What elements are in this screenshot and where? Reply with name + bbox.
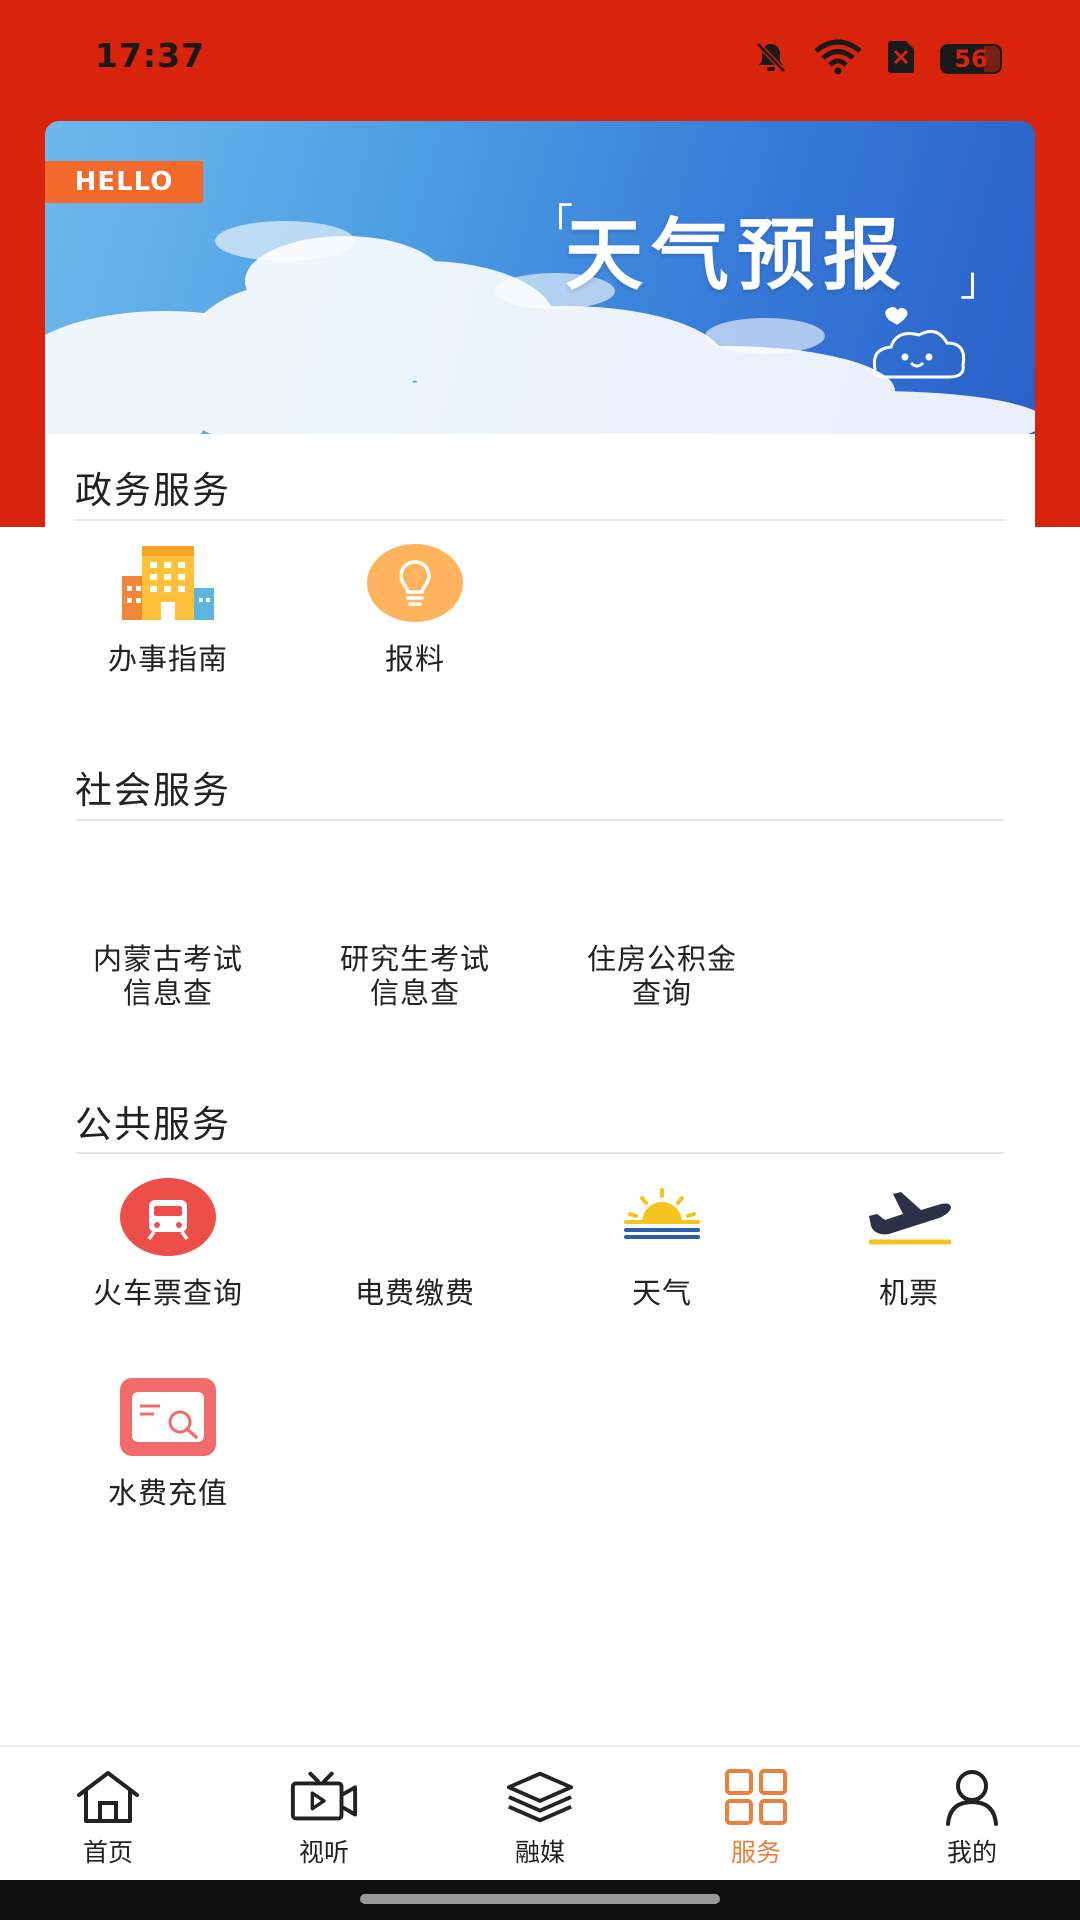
- status-icons: 56: [752, 38, 1002, 80]
- tile-housing-fund[interactable]: 住房公积金查询: [567, 842, 757, 1010]
- tile-airfare[interactable]: 机票: [814, 1176, 1004, 1310]
- bill-search-icon: [118, 1376, 218, 1458]
- tile-guide[interactable]: 办事指南: [73, 542, 263, 676]
- bottom-nav: 首页 视听 融媒 服务 我的: [0, 1745, 1080, 1882]
- tile-grad-exam[interactable]: 研究生考试信息查: [320, 842, 510, 1010]
- video-icon: [289, 1767, 359, 1827]
- layers-icon: [505, 1767, 575, 1827]
- tile-train-ticket[interactable]: 火车票查询: [73, 1176, 263, 1310]
- nav-label: 首页: [82, 1838, 133, 1867]
- tile-label: 天气: [631, 1276, 692, 1310]
- section-divider: [75, 819, 1005, 821]
- section-title-social: 社会服务: [75, 769, 231, 812]
- tile-label: 机票: [878, 1276, 939, 1310]
- building-icon: [118, 542, 218, 624]
- tile-label: 火车票查询: [93, 1276, 244, 1310]
- section-divider: [75, 519, 1005, 521]
- sim-x-icon: [886, 40, 916, 78]
- section-title-government: 政务服务: [75, 469, 231, 512]
- grid-icon: [721, 1767, 791, 1827]
- battery-level: 56: [954, 45, 988, 73]
- nav-media[interactable]: 融媒: [432, 1747, 648, 1882]
- nav-service[interactable]: 服务: [648, 1747, 864, 1882]
- nav-label: 我的: [946, 1838, 997, 1867]
- section-divider: [75, 1152, 1005, 1154]
- airplane-icon: [859, 1176, 959, 1258]
- hello-tag: HELLO: [45, 161, 203, 203]
- nav-video[interactable]: 视听: [216, 1747, 432, 1882]
- tile-label: 电费缴费: [354, 1276, 475, 1310]
- cute-cloud-icon: [872, 307, 966, 379]
- tile-label: 住房公积金查询: [587, 942, 738, 1010]
- system-home-bar: [0, 1880, 1080, 1920]
- nav-label: 融媒: [514, 1838, 565, 1867]
- tile-weather[interactable]: 天气: [567, 1176, 757, 1310]
- sunrise-icon: [612, 1176, 712, 1258]
- banner-title: 天气预报: [565, 211, 910, 301]
- nav-profile[interactable]: 我的: [864, 1747, 1080, 1882]
- battery-icon: 56: [940, 44, 1002, 74]
- home-icon: [73, 1767, 143, 1827]
- tile-icon-placeholder: [365, 1176, 465, 1258]
- tile-label: 研究生考试信息查: [340, 942, 491, 1010]
- status-bar: 17:37 56: [0, 0, 1080, 118]
- user-icon: [937, 1767, 1007, 1827]
- section-title-public: 公共服务: [75, 1103, 231, 1146]
- nav-label: 视听: [298, 1838, 349, 1867]
- bell-off-icon: [752, 38, 790, 80]
- bracket-close: 」: [960, 259, 1000, 305]
- tile-label: 水费充值: [107, 1476, 228, 1510]
- tile-label: 办事指南: [107, 642, 228, 676]
- tile-label: 报料: [384, 642, 445, 676]
- train-icon: [118, 1176, 218, 1258]
- tile-label: 内蒙古考试信息查: [93, 942, 244, 1010]
- nav-label: 服务: [730, 1838, 781, 1867]
- tile-icon-placeholder: [118, 842, 218, 924]
- lightbulb-icon: [365, 542, 465, 624]
- home-indicator[interactable]: [360, 1894, 720, 1904]
- tile-icon-placeholder: [365, 842, 465, 924]
- service-screen: 17:37 56 HELLO 「 天气预报 」 政务服务 办事指南 报料 社会服…: [0, 0, 1080, 1920]
- tile-water-bill[interactable]: 水费充值: [73, 1376, 263, 1510]
- tile-electricity[interactable]: 电费缴费: [320, 1176, 510, 1310]
- wifi-icon: [814, 39, 862, 79]
- nav-home[interactable]: 首页: [0, 1747, 216, 1882]
- weather-banner[interactable]: HELLO 「 天气预报 」: [45, 121, 1035, 434]
- tile-icon-placeholder: [612, 842, 712, 924]
- status-time: 17:37: [95, 36, 206, 75]
- tile-nm-exam[interactable]: 内蒙古考试信息查: [73, 842, 263, 1010]
- tile-report[interactable]: 报料: [320, 542, 510, 676]
